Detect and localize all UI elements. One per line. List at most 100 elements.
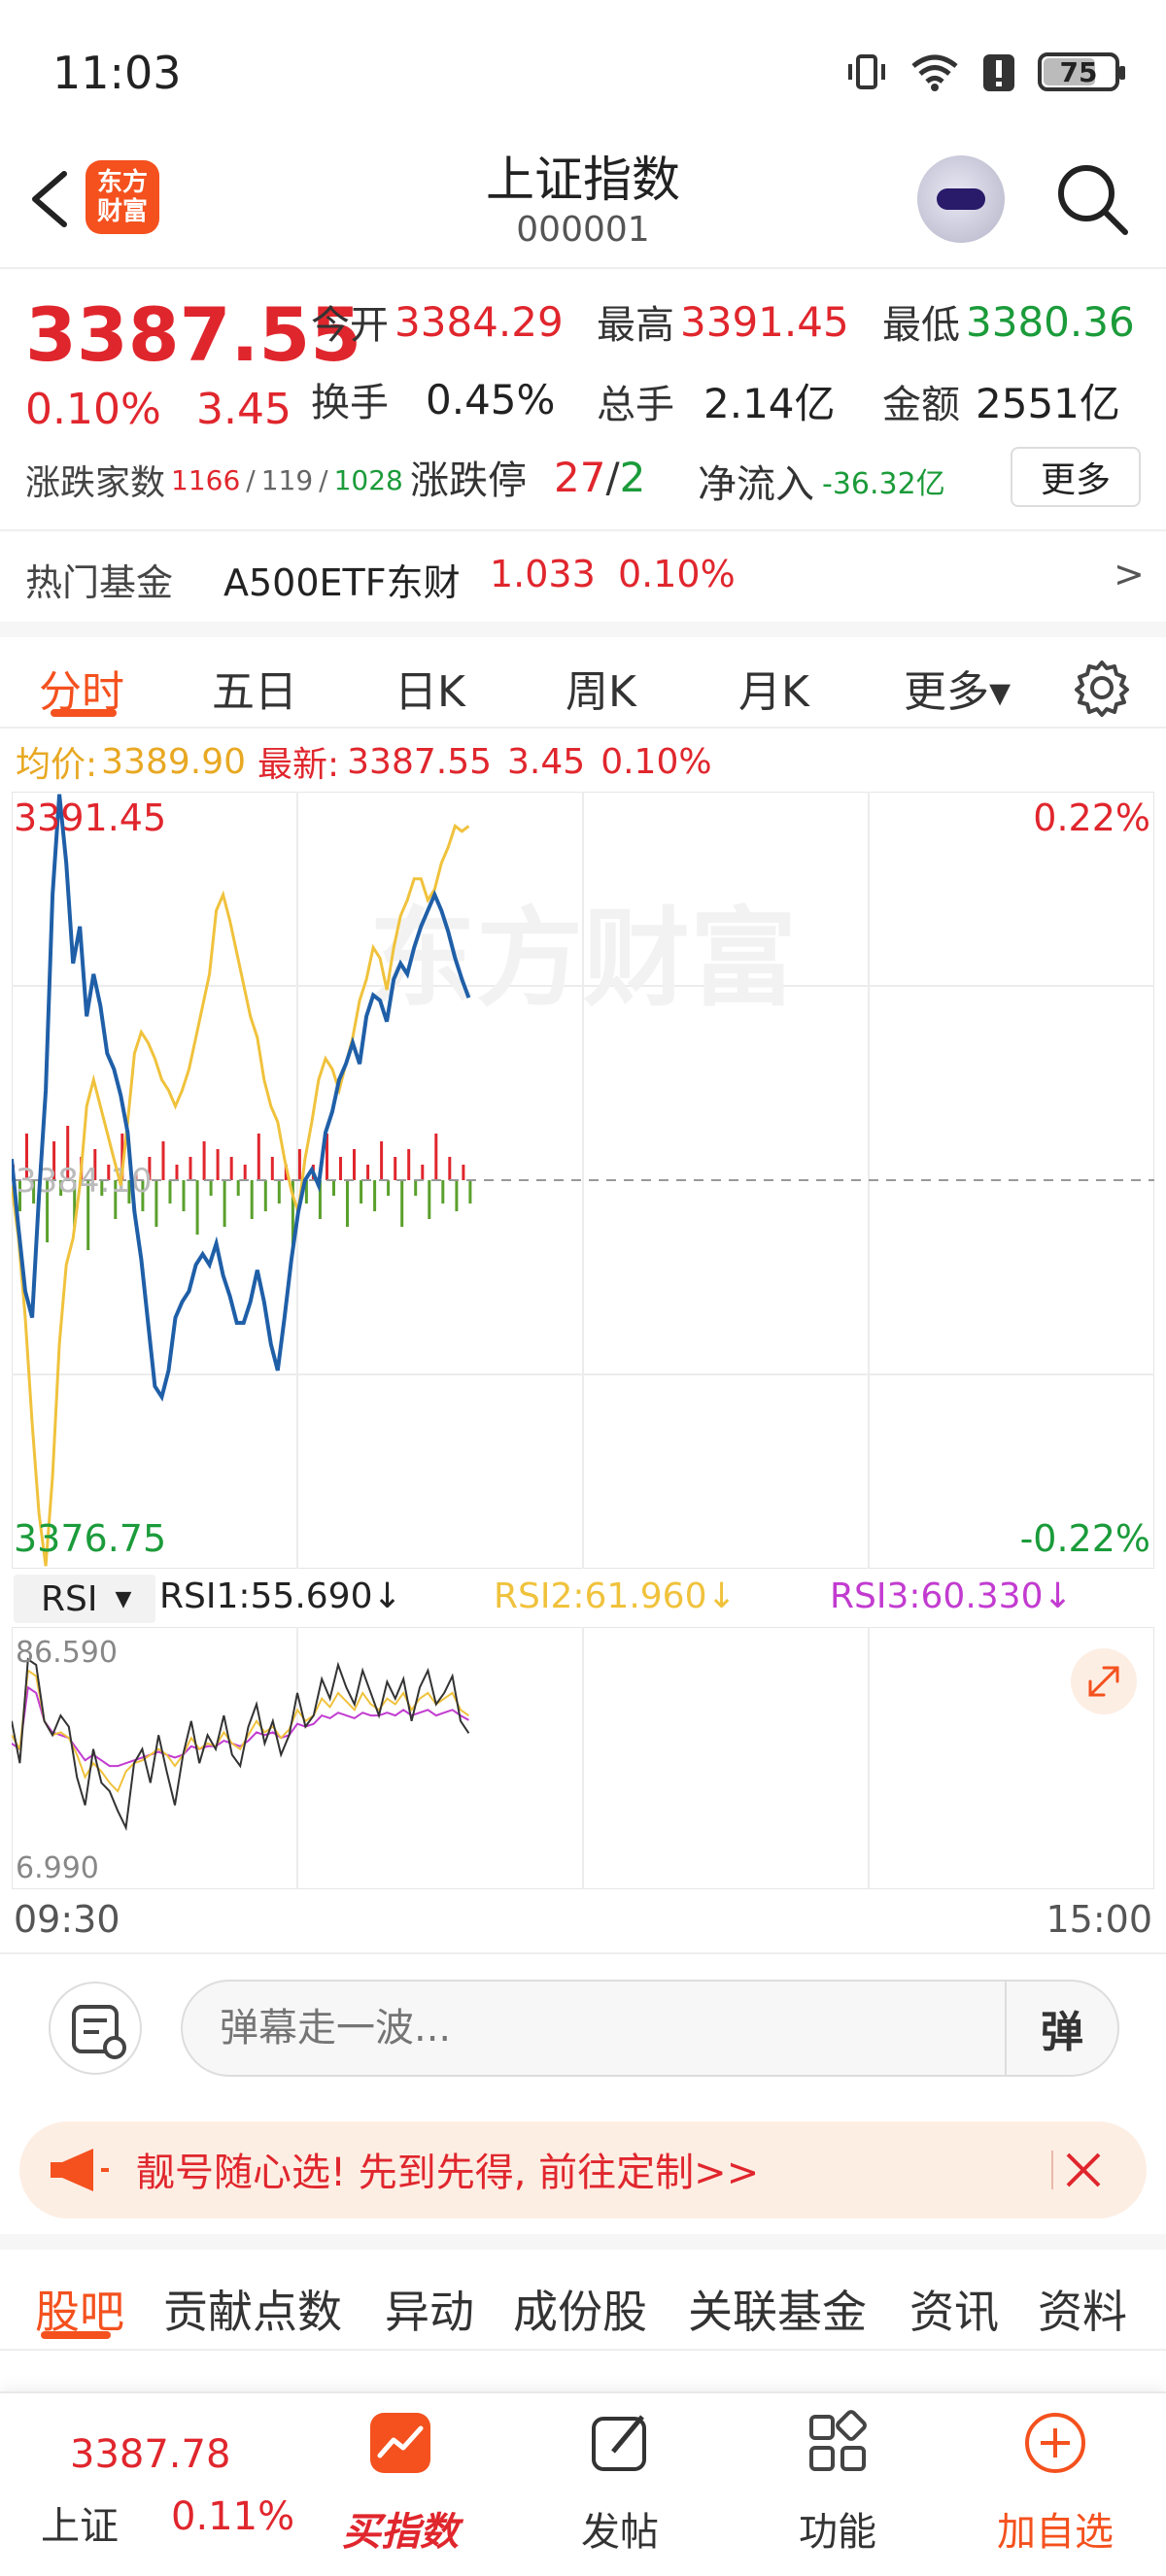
buy-index-icon (370, 2413, 430, 2473)
danmaku-input[interactable] (181, 1980, 1119, 2077)
limit-label: 涨跌停 (410, 458, 527, 503)
rsi-chart[interactable]: 86.590 6.990 (12, 1627, 1154, 1889)
time-axis: 09:30 15:00 (0, 1894, 1166, 1948)
fullscreen-expand-icon[interactable] (1071, 1648, 1137, 1714)
active-tab-indicator (51, 709, 117, 717)
breadth: 涨跌家数 1166 / 119 / 1028 (25, 455, 403, 505)
tab-daily-k[interactable]: 日K (394, 657, 465, 719)
y-max-label: 3391.45 (14, 797, 166, 839)
intraday-chart[interactable]: 东方财富 3384.10 3391.45 3376.75 0.22% -0.22… (12, 792, 1154, 1569)
tab-constituents[interactable]: 成份股 (513, 2277, 647, 2341)
rsi2-value: RSI2:61.960↓ (494, 1576, 737, 1616)
rsi-header: RSI ▼ RSI1:55.690↓ RSI2:61.960↓ RSI3:60.3… (12, 1569, 1154, 1627)
rsi-max-label: 86.590 (16, 1636, 118, 1670)
pct-min-label: -0.22% (1020, 1517, 1150, 1560)
close-icon[interactable] (1054, 2141, 1113, 2199)
nav-buy-index[interactable]: 买指数 (303, 2393, 497, 2576)
volume-bar (346, 1180, 349, 1227)
hot-fund-name: A500ETF东财 (223, 561, 461, 604)
settings-gear-icon[interactable] (1073, 659, 1131, 717)
robot-assistant-avatar[interactable] (917, 155, 1005, 243)
status-bar: 11:03 75 (0, 0, 1166, 146)
volume-bar (243, 1165, 247, 1180)
nav-index-name: 上证 (41, 2504, 119, 2549)
limit-up-count: 27 (554, 453, 606, 501)
tab-weekly-k[interactable]: 周K (566, 657, 636, 719)
battery-level: 75 (1059, 55, 1098, 88)
hot-fund-row[interactable]: 热门基金 A500ETF东财 1.033 0.10% > (0, 529, 1166, 617)
tab-more[interactable]: 更多▾ (904, 657, 1011, 719)
nav-add-label: 加自选 (997, 2510, 1114, 2555)
nav-add-watchlist[interactable]: 加自选 (958, 2393, 1152, 2576)
volume-bar (332, 1180, 335, 1196)
quote-amount: 金额 2551亿 (882, 371, 1120, 430)
amount-value: 2551亿 (976, 380, 1120, 427)
indicator-selector-label: RSI (41, 1578, 98, 1619)
quote-turnover: 换手 0.45% (311, 371, 555, 427)
tab-news[interactable]: 资讯 (909, 2277, 999, 2341)
nav-post[interactable]: 发帖 (523, 2393, 717, 2576)
quote-high: 最高 3391.45 (597, 293, 849, 350)
y-min-label: 3376.75 (14, 1517, 166, 1560)
danmaku-toggle-label: 弹 (1041, 2008, 1083, 2057)
volume-bar (189, 1157, 192, 1180)
volume-bar (195, 1180, 199, 1235)
nav-functions-label: 功能 (799, 2510, 876, 2555)
status-time: 11:03 (52, 47, 182, 99)
volume-bar (353, 1149, 356, 1180)
pct-max-label: 0.22% (1033, 797, 1150, 839)
message-settings-button[interactable] (49, 1982, 142, 2075)
more-quote-button[interactable]: 更多 (1011, 447, 1141, 507)
promo-text[interactable]: 靓号随心选! 先到先得, 前往定制>> (136, 2141, 759, 2197)
indicator-selector[interactable]: RSI ▼ (14, 1575, 155, 1623)
add-circle-icon (1025, 2413, 1085, 2473)
tab-profile[interactable]: 资料 (1038, 2277, 1127, 2341)
header-divider (0, 267, 1166, 269)
turnover-label: 换手 (311, 381, 389, 425)
hot-fund-price: 1.033 (490, 553, 596, 595)
latest-value: 3387.55 (347, 741, 493, 782)
turnover-value: 0.45% (426, 375, 556, 424)
section-tab-indicator (41, 2331, 111, 2339)
rsi3-value: RSI3:60.330↓ (830, 1576, 1073, 1616)
volume-bar (236, 1180, 240, 1196)
volume-bar (270, 1157, 274, 1180)
volume-bar (223, 1180, 226, 1227)
volume-bar (297, 1149, 301, 1180)
dropdown-icon: ▼ (115, 1586, 132, 1611)
tab-contribution[interactable]: 贡献点数 (163, 2277, 342, 2341)
volume-bar (394, 1157, 397, 1180)
time-end: 15:00 (1046, 1898, 1152, 1941)
search-icon[interactable] (1053, 160, 1131, 238)
tab-monthly-k[interactable]: 月K (738, 657, 809, 719)
volume-bar (161, 1141, 165, 1180)
edit-post-icon (592, 2415, 646, 2471)
down-count: 1028 (333, 463, 403, 496)
quote-open: 今开 3384.29 (311, 293, 564, 350)
limit-down-count: 2 (619, 453, 646, 501)
volume-value: 2.14亿 (703, 380, 836, 427)
bottom-nav: 3387.78 上证 0.11% 买指数 发帖 功能 加自选 (0, 2391, 1166, 2576)
volume-bar (428, 1180, 431, 1219)
hot-fund-label: 热门基金 (25, 561, 174, 604)
volume-bar (400, 1180, 404, 1227)
price-info-line: 均价: 3389.90 最新: 3387.55 3.45 0.10% (16, 736, 712, 787)
volume-label: 总手 (597, 382, 674, 427)
nav-index-quote[interactable]: 3387.78 上证 0.11% (0, 2393, 301, 2576)
nav-buy-label: 买指数 (342, 2510, 459, 2555)
megaphone-icon (51, 2149, 109, 2191)
volume-bar (216, 1149, 220, 1180)
volume-bar (154, 1180, 158, 1227)
tab-related-funds[interactable]: 关联基金 (688, 2277, 867, 2341)
nav-post-label: 发帖 (581, 2510, 659, 2555)
volume-bar (380, 1141, 384, 1180)
danmaku-toggle-button[interactable]: 弹 (1005, 1982, 1117, 2075)
volume-bar (462, 1165, 465, 1180)
change-percent: 0.10% (25, 385, 161, 434)
amount-label: 金额 (882, 382, 960, 427)
low-label: 最低 (882, 303, 960, 348)
nav-functions[interactable]: 功能 (740, 2393, 935, 2576)
tab-five-day[interactable]: 五日 (212, 657, 297, 719)
latest-percent: 0.10% (600, 741, 712, 782)
tab-movement[interactable]: 异动 (385, 2277, 474, 2341)
